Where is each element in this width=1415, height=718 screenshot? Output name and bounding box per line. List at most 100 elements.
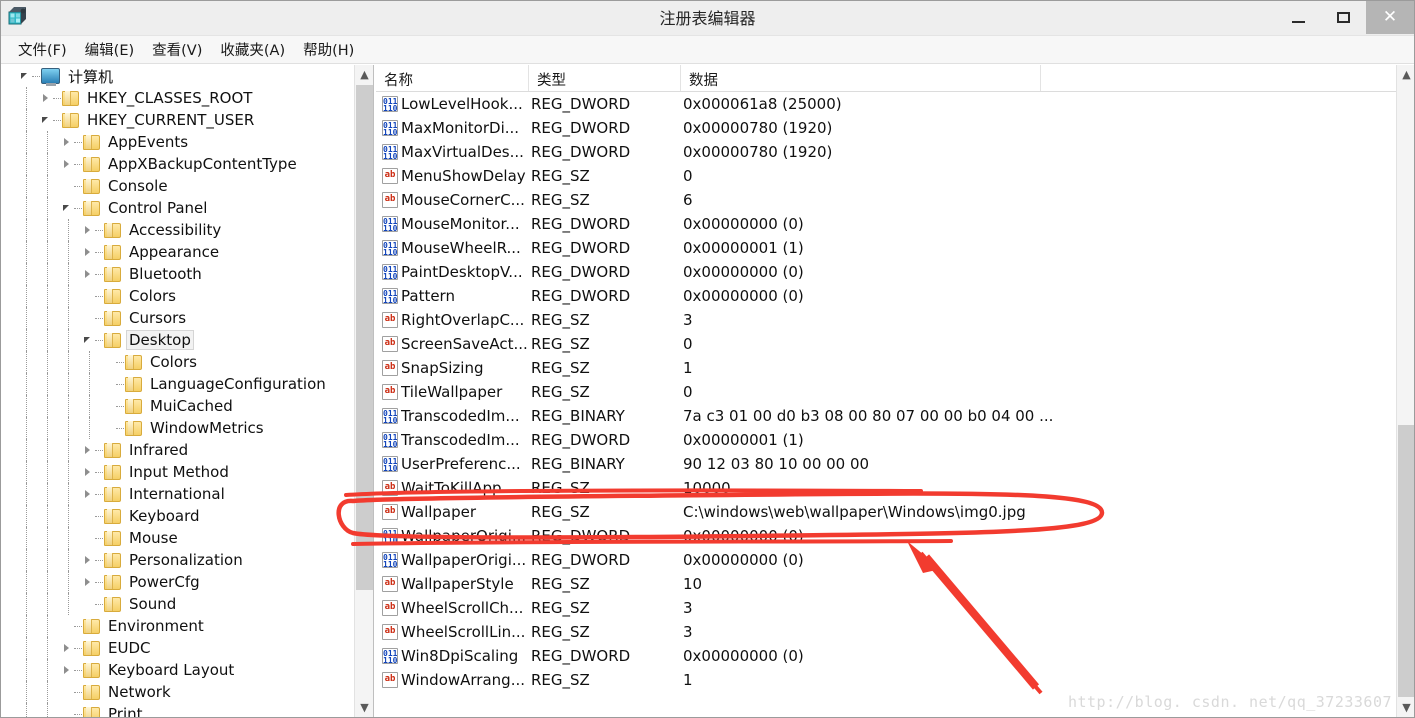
table-row[interactable]: ab TileWallpaper REG_SZ 0	[376, 380, 1414, 404]
tree-item-desktop[interactable]: Desktop	[2, 329, 354, 351]
table-row[interactable]: ab WallpaperStyle REG_SZ 10	[376, 572, 1414, 596]
tree-scroll-down-icon[interactable]: ▼	[355, 698, 373, 717]
tree-item-network[interactable]: Network	[2, 681, 354, 703]
tree-item-input-method[interactable]: Input Method	[2, 461, 354, 483]
table-row[interactable]: 011 110 PaintDesktopV... REG_DWORD 0x0000000…	[376, 260, 1414, 284]
table-row[interactable]: ab SnapSizing REG_SZ 1	[376, 356, 1414, 380]
table-row[interactable]: ab WaitToKillApp... REG_SZ 10000	[376, 476, 1414, 500]
menu-favorites[interactable]: 收藏夹(A)	[211, 37, 294, 62]
chevron-right-icon[interactable]	[58, 153, 74, 175]
chevron-right-icon[interactable]	[79, 439, 95, 461]
tree-item-infrared[interactable]: Infrared	[2, 439, 354, 461]
chevron-down-icon[interactable]	[16, 65, 32, 87]
menu-edit[interactable]: 编辑(E)	[76, 37, 143, 62]
tree-item-environment[interactable]: Environment	[2, 615, 354, 637]
chevron-down-icon[interactable]	[79, 329, 95, 351]
tree-item-bluetooth[interactable]: Bluetooth	[2, 263, 354, 285]
minimize-button[interactable]	[1276, 1, 1321, 34]
tree-item-keyboard-layout[interactable]: Keyboard Layout	[2, 659, 354, 681]
chevron-right-icon[interactable]	[58, 131, 74, 153]
table-row[interactable]: 011 110 UserPreferenc... REG_BINARY 90 12 03…	[376, 452, 1414, 476]
tree-item-console[interactable]: Console	[2, 175, 354, 197]
chevron-right-icon[interactable]	[79, 483, 95, 505]
chevron-down-icon[interactable]	[58, 197, 74, 219]
tree-item-label: MuiCached	[150, 397, 233, 415]
tree-item-accessibility[interactable]: Accessibility	[2, 219, 354, 241]
tree-item-eudc[interactable]: EUDC	[2, 637, 354, 659]
list-scrollbar[interactable]: ▲ ▼	[1396, 65, 1414, 717]
tree-item-colors[interactable]: Colors	[2, 351, 354, 373]
column-name[interactable]: 名称	[376, 65, 529, 91]
table-row[interactable]: 011 110 TranscodedIm... REG_DWORD 0x00000001…	[376, 428, 1414, 452]
tree-item-colors[interactable]: Colors	[2, 285, 354, 307]
chevron-right-icon[interactable]	[79, 571, 95, 593]
chevron-right-icon[interactable]	[79, 263, 95, 285]
tree-item-appearance[interactable]: Appearance	[2, 241, 354, 263]
tree-item-appevents[interactable]: AppEvents	[2, 131, 354, 153]
menu-help[interactable]: 帮助(H)	[294, 37, 363, 62]
table-row[interactable]: ab MenuShowDelay REG_SZ 0	[376, 164, 1414, 188]
tree-item-international[interactable]: International	[2, 483, 354, 505]
chevron-right-icon[interactable]	[79, 549, 95, 571]
tree-scrollbar[interactable]: ▲ ▼	[354, 65, 373, 717]
column-data[interactable]: 数据	[681, 65, 1041, 91]
chevron-right-icon[interactable]	[79, 219, 95, 241]
table-row[interactable]: 011 110 Pattern REG_DWORD 0x00000000 (0)	[376, 284, 1414, 308]
value-type: REG_DWORD	[531, 263, 631, 281]
tree-item-hkey-classes-root[interactable]: HKEY_CLASSES_ROOT	[2, 87, 354, 109]
list-scrollbar-thumb[interactable]	[1398, 425, 1414, 697]
tree-item-muicached[interactable]: MuiCached	[2, 395, 354, 417]
string-value-icon: ab	[382, 624, 398, 640]
table-row[interactable]: 011 110 MaxVirtualDes... REG_DWORD 0x0000078…	[376, 140, 1414, 164]
table-row[interactable]: ab WheelScrollCh... REG_SZ 3	[376, 596, 1414, 620]
chevron-right-icon[interactable]	[58, 659, 74, 681]
tree-scroll-up-icon[interactable]: ▲	[355, 65, 373, 84]
table-row[interactable]: ab WheelScrollLin... REG_SZ 3	[376, 620, 1414, 644]
tree-item--[interactable]: 计算机	[2, 65, 354, 87]
tree-item-sound[interactable]: Sound	[2, 593, 354, 615]
value-data: 0x00000001 (1)	[683, 431, 804, 449]
tree-guide-line	[26, 659, 27, 681]
chevron-right-icon[interactable]	[79, 461, 95, 483]
tree-item-keyboard[interactable]: Keyboard	[2, 505, 354, 527]
tree-item-mouse[interactable]: Mouse	[2, 527, 354, 549]
tree-scrollbar-thumb[interactable]	[356, 85, 373, 590]
title-bar[interactable]: 注册表编辑器 ✕	[1, 1, 1414, 36]
tree-item-hkey-current-user[interactable]: HKEY_CURRENT_USER	[2, 109, 354, 131]
table-row[interactable]: 011 110 MouseMonitor... REG_DWORD 0x00000000…	[376, 212, 1414, 236]
menu-view[interactable]: 查看(V)	[143, 37, 211, 62]
table-row[interactable]: 011 110 MouseWheelR... REG_DWORD 0x00000001 …	[376, 236, 1414, 260]
table-row[interactable]: 011 110 LowLevelHook... REG_DWORD 0x000061a8…	[376, 92, 1414, 116]
chevron-right-icon[interactable]	[58, 637, 74, 659]
table-row[interactable]: ab RightOverlapC... REG_SZ 3	[376, 308, 1414, 332]
list-scroll-down-icon[interactable]: ▼	[1397, 698, 1414, 717]
tree-item-personalization[interactable]: Personalization	[2, 549, 354, 571]
tree-item-powercfg[interactable]: PowerCfg	[2, 571, 354, 593]
tree-item-appxbackupcontenttype[interactable]: AppXBackupContentType	[2, 153, 354, 175]
chevron-right-icon[interactable]	[37, 87, 53, 109]
close-button[interactable]: ✕	[1366, 1, 1414, 34]
chevron-down-icon[interactable]	[37, 109, 53, 131]
table-row[interactable]: ab Wallpaper REG_SZ C:\windows\web\wallpape…	[376, 500, 1414, 524]
table-row[interactable]: 011 110 Win8DpiScaling REG_DWORD 0x00000000 …	[376, 644, 1414, 668]
tree-guide-line	[68, 505, 69, 527]
tree-item-cursors[interactable]: Cursors	[2, 307, 354, 329]
table-row[interactable]: ab MouseCornerC... REG_SZ 6	[376, 188, 1414, 212]
tree-item-windowmetrics[interactable]: WindowMetrics	[2, 417, 354, 439]
table-row[interactable]: 011 110 MaxMonitorDi... REG_DWORD 0x00000780…	[376, 116, 1414, 140]
chevron-right-icon[interactable]	[79, 241, 95, 263]
column-filler[interactable]	[1041, 65, 1414, 91]
table-row[interactable]: ab ScreenSaveAct... REG_SZ 0	[376, 332, 1414, 356]
table-row[interactable]: 011 110 WallpaperOrigi... REG_DWORD 0x000000…	[376, 548, 1414, 572]
tree-item-control-panel[interactable]: Control Panel	[2, 197, 354, 219]
table-row[interactable]: ab WindowArrang... REG_SZ 1	[376, 668, 1414, 692]
table-row[interactable]: 011 110 TranscodedIm... REG_BINARY 7a c3 01 …	[376, 404, 1414, 428]
tree-item-label: Desktop	[126, 330, 194, 350]
column-type[interactable]: 类型	[529, 65, 681, 91]
list-scroll-up-icon[interactable]: ▲	[1397, 65, 1414, 84]
tree-item-languageconfiguration[interactable]: LanguageConfiguration	[2, 373, 354, 395]
maximize-button[interactable]	[1321, 1, 1366, 34]
tree-item-print[interactable]: Print	[2, 703, 354, 717]
menu-file[interactable]: 文件(F)	[9, 37, 76, 62]
table-row[interactable]: 011 110 WallpaperOrigi... REG_DWORD 0x000000…	[376, 524, 1414, 548]
